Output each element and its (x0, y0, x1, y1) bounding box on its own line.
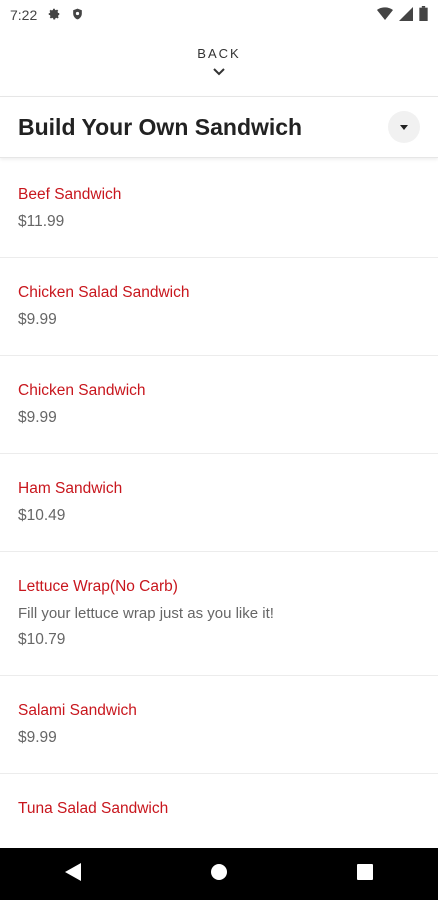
nav-back-button[interactable] (53, 854, 93, 894)
category-header: Build Your Own Sandwich (0, 96, 438, 158)
nav-back-icon (65, 862, 81, 886)
item-name: Ham Sandwich (18, 480, 123, 497)
battery-icon (419, 6, 428, 24)
list-item[interactable]: Beef Sandwich $11.99 (0, 160, 438, 258)
item-price: $10.49 (18, 507, 66, 524)
item-name: Beef Sandwich (18, 186, 122, 203)
status-right (377, 6, 428, 24)
system-nav-bar (0, 848, 438, 900)
status-time: 7:22 (10, 7, 38, 23)
list-item[interactable]: Lettuce Wrap(No Carb) Fill your lettuce … (0, 552, 438, 676)
nav-recents-icon (357, 863, 373, 885)
status-bar: 7:22 (0, 0, 438, 30)
caret-down-icon (400, 118, 408, 136)
list-item[interactable]: Chicken Salad Sandwich $9.99 (0, 258, 438, 356)
item-name: Chicken Salad Sandwich (18, 284, 190, 301)
list-item[interactable]: Ham Sandwich $10.49 (0, 454, 438, 552)
item-price: $9.99 (18, 729, 57, 746)
category-dropdown-button[interactable] (388, 111, 420, 143)
list-item[interactable]: Tuna Salad Sandwich (0, 774, 438, 848)
nav-recents-button[interactable] (345, 854, 385, 894)
list-item[interactable]: Salami Sandwich $9.99 (0, 676, 438, 774)
item-name: Chicken Sandwich (18, 382, 146, 399)
page-title: Build Your Own Sandwich (18, 113, 303, 140)
item-name: Tuna Salad Sandwich (18, 800, 169, 817)
gear-icon (47, 7, 61, 24)
back-button[interactable]: BACK (0, 38, 438, 88)
chevron-down-icon (213, 63, 225, 81)
nav-home-button[interactable] (199, 854, 239, 894)
back-label: BACK (197, 46, 241, 61)
shield-icon (71, 7, 84, 24)
item-name: Salami Sandwich (18, 702, 137, 719)
list-item[interactable]: Chicken Sandwich $9.99 (0, 356, 438, 454)
item-price: $11.99 (18, 213, 65, 230)
item-price: $9.99 (18, 409, 57, 426)
menu-item-list: Beef Sandwich $11.99 Chicken Salad Sandw… (0, 160, 438, 848)
item-price: $10.79 (18, 631, 66, 648)
nav-home-icon (210, 863, 228, 886)
signal-icon (399, 6, 413, 24)
item-price: $9.99 (18, 311, 57, 328)
item-name: Lettuce Wrap(No Carb) (18, 578, 178, 595)
item-description: Fill your lettuce wrap just as you like … (18, 605, 274, 622)
status-left: 7:22 (10, 7, 84, 24)
wifi-icon (377, 6, 393, 24)
